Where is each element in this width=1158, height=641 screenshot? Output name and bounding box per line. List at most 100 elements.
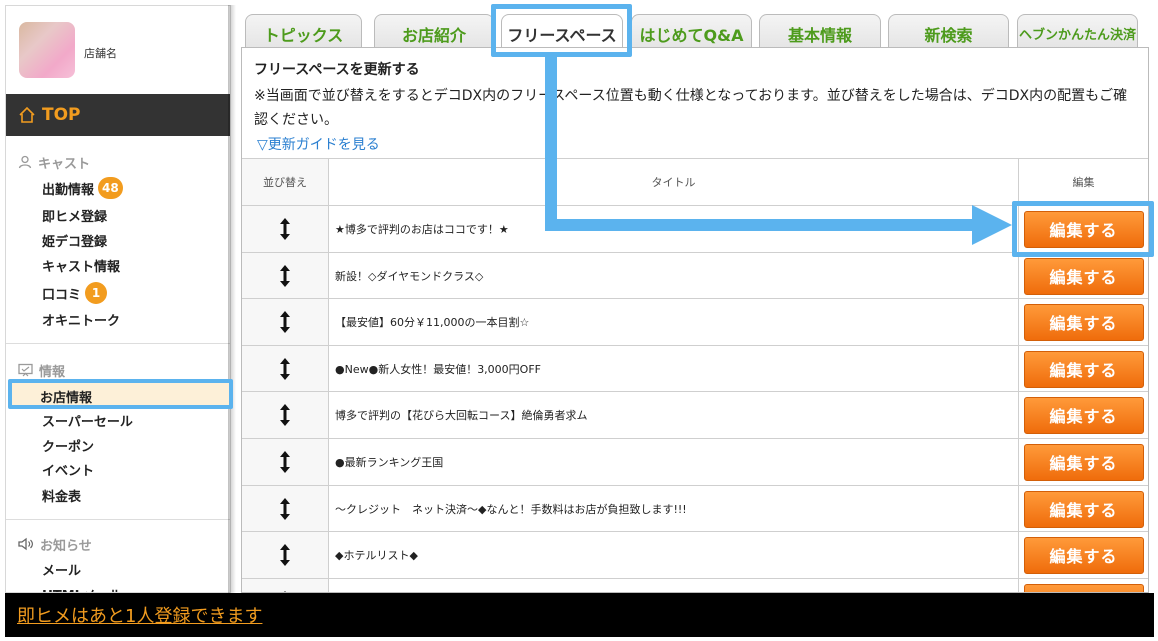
edit-button[interactable]: 編集する [1023,257,1144,295]
sort-arrows-icon [280,358,290,380]
sort-arrows-icon [280,404,290,426]
drag-handle[interactable] [242,253,329,299]
sidebar-item-cast-info[interactable]: キャスト情報 [42,255,120,275]
drag-handle[interactable] [242,299,329,345]
table-row: ◆ホテルリスト◆ 編集する [242,531,1148,578]
reviews-count-badge: 1 [85,282,108,304]
edit-cell: 編集する [1019,439,1148,485]
tab-label: お店紹介 [401,25,466,45]
sidebar-item-label: お店情報 [40,391,93,406]
edit-button[interactable]: 編集する [1023,303,1144,341]
edit-cell: 編集する [1019,486,1148,532]
edit-button[interactable]: 編集する [1023,350,1144,388]
person-icon [18,155,32,169]
edit-button[interactable]: 編集する [1023,536,1144,574]
sort-arrows-icon [280,544,290,566]
row-title: ●New●新人女性！最安値！3,000円OFF [329,346,1019,392]
table-row: 編集する [242,578,1148,592]
guide-arrow-head [972,205,1012,245]
info-section-heading: 情報 [6,360,230,380]
sidebar-item-reviews[interactable]: 口コミ 1 [42,282,108,304]
sidebar-item-label: メール [42,563,82,579]
sidebar-shadow [228,5,236,593]
row-title: ～クレジット ネット決済～◆なんと！手数料はお店が負担致します!!! [329,486,1019,532]
board-icon [18,363,33,377]
sidebar-item-okini-talk[interactable]: オキニトーク [42,309,120,329]
row-title: 博多で評判の【花びら大回転コース】絶倫勇者求ム [329,392,1019,438]
sidebar-item-price-list[interactable]: 料金表 [42,485,81,505]
table-header-row: 並び替え タイトル 編集 [242,158,1148,205]
edit-cell: 編集する [1019,346,1148,392]
sort-arrows-icon [280,498,290,520]
sidebar-item-label: 即ヒメ登録 [42,209,108,225]
table-row: ●New●新人女性！最安値！3,000円OFF 編集する [242,345,1148,392]
notice-heading: お知らせ [40,538,92,554]
table-row: 【最安値】60分￥11,000の一本目割☆ 編集する [242,298,1148,345]
sidebar-divider [6,343,230,344]
sort-arrows-icon [280,311,290,333]
edit-cell: 編集する [1019,579,1148,592]
update-guide-link[interactable]: ▽更新ガイドを見る [257,134,380,154]
sidebar-item-label: スーパーセール [42,414,133,430]
drag-handle[interactable] [242,206,329,252]
sidebar-item-super-sale[interactable]: スーパーセール [42,410,133,430]
tab-label: はじめてQ&A [639,25,744,45]
shop-name: 店舗名 [84,47,117,60]
top-label: TOP [42,105,81,125]
sidebar-item-instant-register[interactable]: 即ヒメ登録 [42,205,107,225]
sidebar-item-mail[interactable]: メール [42,559,81,579]
sidebar-item-label: 口コミ [42,287,82,303]
cast-heading: キャスト [38,156,91,172]
edit-button[interactable]: 編集する [1023,490,1144,528]
title-column-header: タイトル [329,159,1019,205]
main-content: トピックス お店紹介 フリースペース はじめてQ&A 基本情報 新検索 ヘブンか… [241,5,1149,593]
sidebar-item-coupon[interactable]: クーポン [42,435,94,455]
edit-button-highlight-box [1012,201,1154,257]
tab-label: トピックス [263,25,344,45]
panel-note: ※当画面で並び替えをするとデコDX内のフリースペース位置も動く仕様となっておりま… [254,88,1128,128]
tab-label: 基本情報 [787,25,852,45]
sort-arrows-icon [280,451,290,473]
edit-cell: 編集する [1019,532,1148,578]
sidebar-item-label: 出勤情報 [42,182,95,198]
row-title: 【最安値】60分￥11,000の一本目割☆ [329,299,1019,345]
row-title: 新設！◇ダイヤモンドクラス◇ [329,253,1019,299]
drag-handle[interactable] [242,439,329,485]
guide-arrow-vertical [545,57,557,231]
table-row: 新設！◇ダイヤモンドクラス◇ 編集する [242,252,1148,299]
edit-button[interactable]: 編集する [1023,583,1144,592]
edit-cell: 編集する [1019,299,1148,345]
attendance-count-badge: 48 [98,177,123,199]
instant-register-notice-link[interactable]: 即ヒメはあと1人登録できます [17,602,262,628]
sort-arrows-icon [280,265,290,287]
drag-handle[interactable] [242,346,329,392]
tab-label: ヘブンかんたん決済 [1018,28,1136,43]
row-title: ●最新ランキング王国 [329,439,1019,485]
free-space-panel: フリースペースを更新する ※当画面で並び替えをするとデコDX内のフリースペース位… [241,47,1149,593]
edit-button[interactable]: 編集する [1023,443,1144,481]
sidebar-item-attendance[interactable]: 出勤情報 48 [42,177,123,199]
sidebar-item-hime-deco[interactable]: 姫デコ登録 [42,230,107,250]
drag-handle[interactable] [242,532,329,578]
tab-label: 新検索 [924,25,973,45]
table-row: 博多で評判の【花びら大回転コース】絶倫勇者求ム 編集する [242,391,1148,438]
edit-cell: 編集する [1019,392,1148,438]
drag-handle[interactable] [242,392,329,438]
sidebar-item-html-mail[interactable]: HTMLメール [42,584,122,593]
shop-avatar [19,22,75,78]
sidebar-item-shop-info[interactable]: お店情報 [8,379,233,409]
speaker-icon [18,537,33,551]
tab-highlight-box [491,4,632,57]
shop-header: 店舗名 [6,6,230,94]
edit-cell: 編集する [1019,253,1148,299]
sidebar-item-label: 姫デコ登録 [42,234,108,250]
edit-button[interactable]: 編集する [1023,396,1144,434]
sidebar-divider [6,519,230,520]
drag-handle[interactable] [242,579,329,592]
sidebar: 店舗名 TOP キャスト 出勤情報 48 即ヒメ登録 姫デコ登録 キャスト情報 … [5,5,231,593]
drag-handle[interactable] [242,486,329,532]
top-nav-item[interactable]: TOP [6,94,230,136]
sidebar-item-event[interactable]: イベント [42,459,94,479]
table-row: ～クレジット ネット決済～◆なんと！手数料はお店が負担致します!!! 編集する [242,485,1148,532]
sidebar-item-label: キャスト情報 [42,259,121,275]
